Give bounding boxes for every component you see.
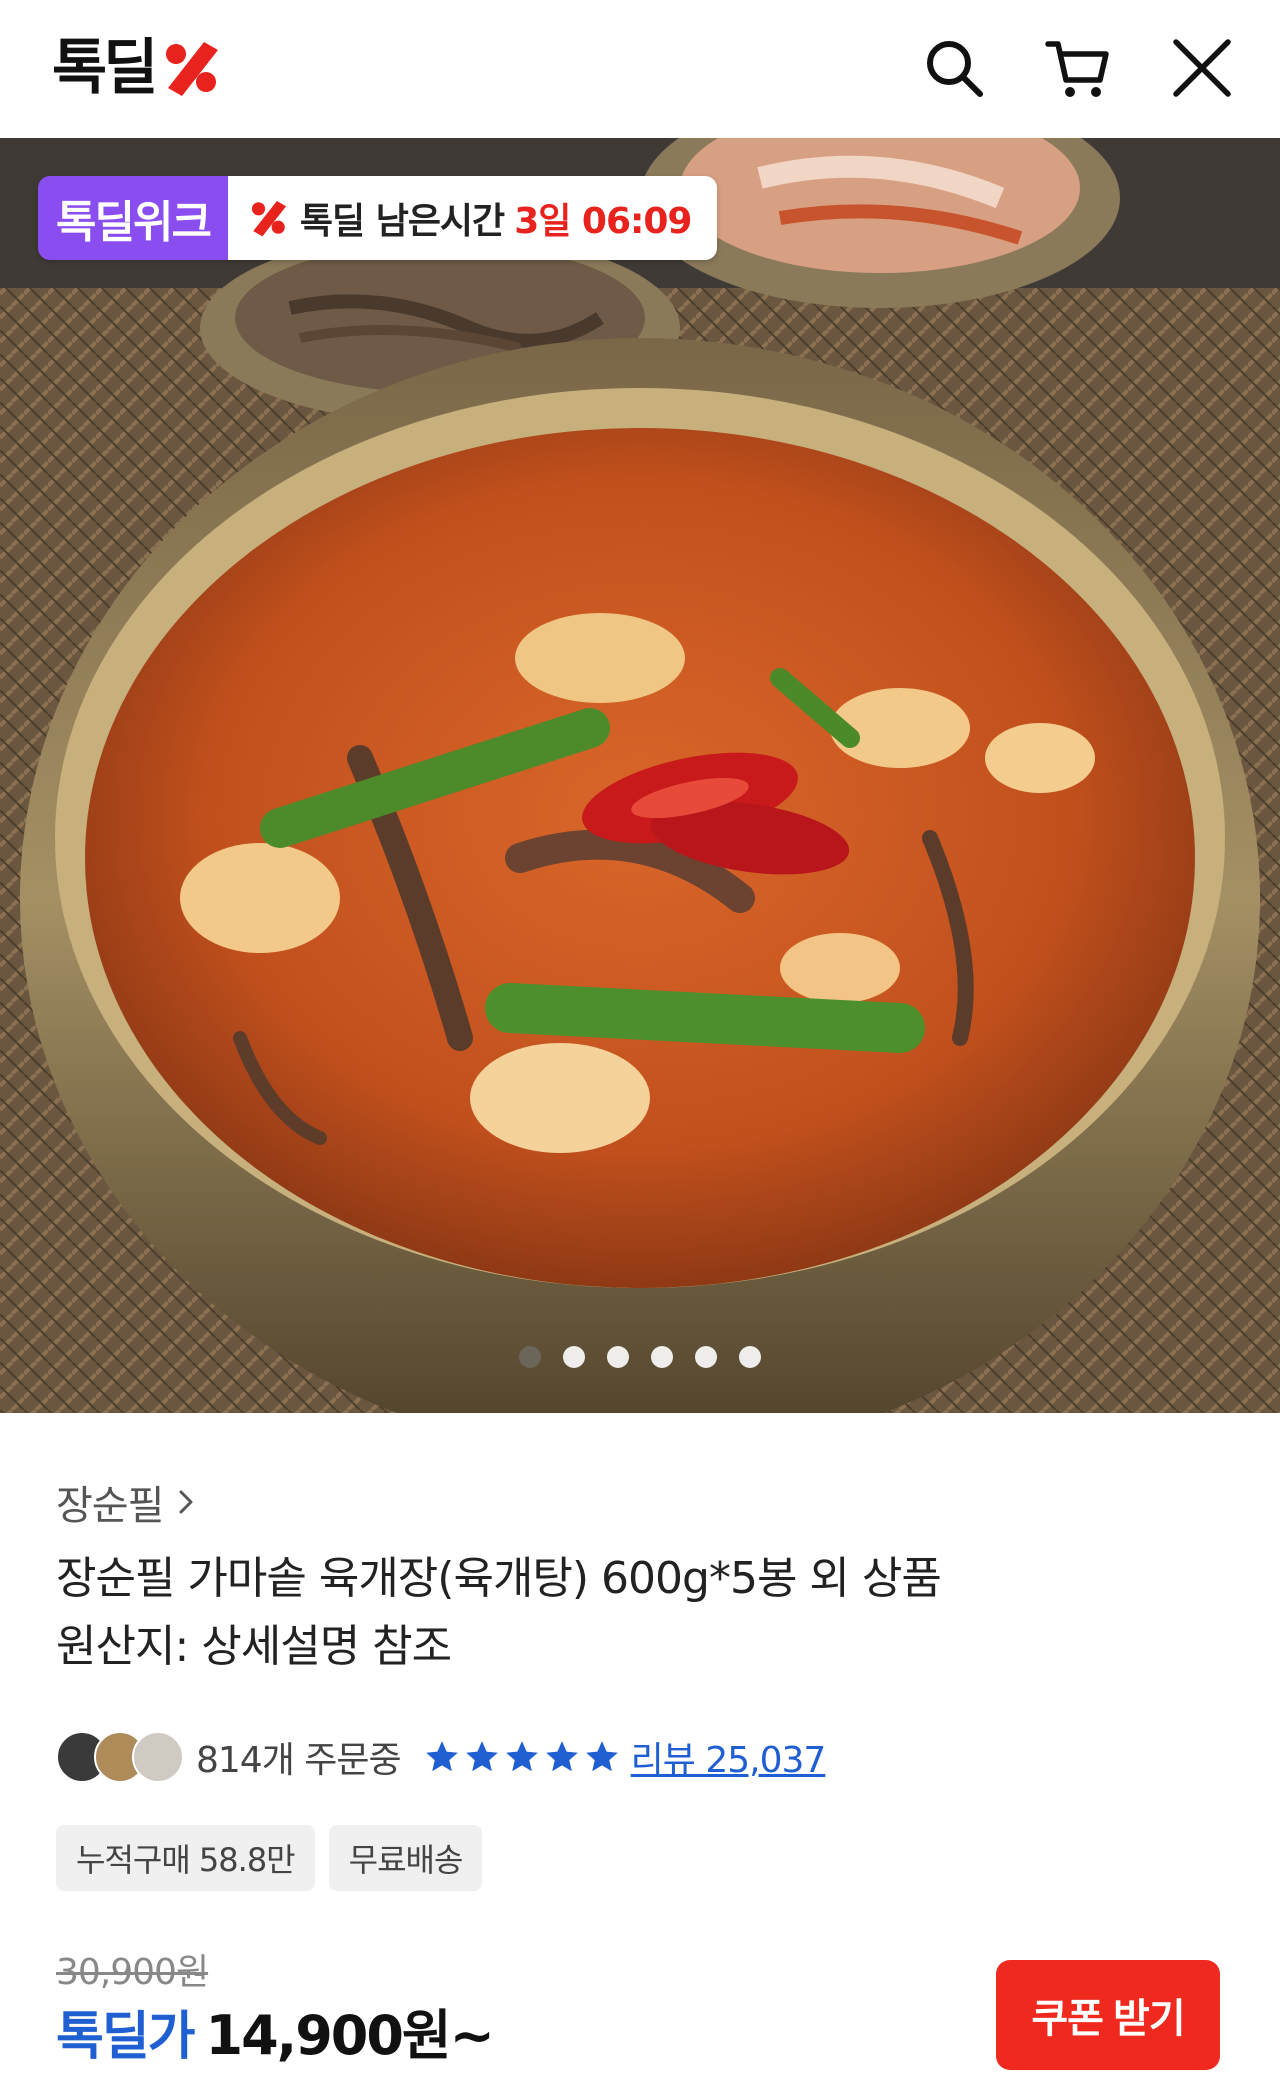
star-icon xyxy=(425,1741,458,1772)
brand-name: 장순필 xyxy=(56,1483,164,1529)
social-proof-row: 814개 주문중 리뷰 25,037 xyxy=(56,1731,827,1783)
deal-price: 14,900원~ xyxy=(205,2004,495,2067)
carousel-dot[interactable] xyxy=(695,1346,717,1368)
top-header: 톡딜 xyxy=(0,0,1280,138)
badge-timer: 톡딜 남은시간 3일 06:09 xyxy=(227,176,718,260)
cumulative-purchase-chip: 누적구매 58.8만 xyxy=(56,1825,315,1891)
carousel-pagination xyxy=(0,1346,1280,1368)
badge-timer-label: 톡딜 남은시간 xyxy=(299,201,505,242)
soup-photo xyxy=(0,138,1280,1413)
percent-logo-icon xyxy=(166,42,219,96)
product-title-line: 장순필 가마솥 육개장(육개탕) 600g*5봉 외 상품 xyxy=(56,1553,942,1604)
free-shipping-chip: 무료배송 xyxy=(328,1825,483,1891)
logo-text: 톡딜 xyxy=(52,33,158,103)
cart-icon[interactable] xyxy=(1042,32,1114,104)
deal-price-row: 톡딜가 14,900원~ xyxy=(56,1991,495,2070)
product-origin-line: 원산지: 상세설명 참조 xyxy=(56,1621,452,1672)
buyer-avatars xyxy=(56,1731,184,1783)
carousel-dot[interactable] xyxy=(651,1346,673,1368)
tokdeal-logo[interactable]: 톡딜 xyxy=(52,36,224,100)
carousel-dot[interactable] xyxy=(739,1346,761,1368)
avatar xyxy=(132,1731,184,1783)
original-price: 30,900원 xyxy=(56,1952,209,1993)
rating-stars xyxy=(423,1738,621,1776)
close-icon[interactable] xyxy=(1166,32,1238,104)
search-icon[interactable] xyxy=(918,32,990,104)
chevron-right-icon xyxy=(179,1490,193,1514)
carousel-dot[interactable] xyxy=(519,1346,541,1368)
order-count: 814개 주문중 xyxy=(196,1740,402,1781)
deal-price-label: 톡딜가 xyxy=(56,2007,196,2067)
star-icon xyxy=(465,1741,498,1772)
brand-link[interactable]: 장순필 xyxy=(56,1473,201,1531)
badge-event-label: 톡딜위크 xyxy=(38,176,228,260)
product-chips: 누적구매 58.8만 무료배송 xyxy=(56,1825,483,1891)
product-title: 장순필 가마솥 육개장(육개탕) 600g*5봉 외 상품 원산지: 상세설명 … xyxy=(56,1545,1226,1681)
carousel-dot[interactable] xyxy=(563,1346,585,1368)
badge-timer-value: 3일 06:09 xyxy=(514,201,692,242)
product-image-carousel[interactable]: 톡딜위크 톡딜 남은시간 3일 06:09 xyxy=(0,138,1280,1413)
star-icon xyxy=(585,1741,618,1772)
tokdeal-week-badge: 톡딜위크 톡딜 남은시간 3일 06:09 xyxy=(38,176,718,260)
star-icon xyxy=(545,1741,578,1772)
carousel-dot[interactable] xyxy=(607,1346,629,1368)
star-icon xyxy=(505,1741,538,1772)
percent-icon xyxy=(251,200,286,237)
get-coupon-button[interactable]: 쿠폰 받기 xyxy=(996,1960,1220,2070)
review-link[interactable]: 리뷰 25,037 xyxy=(631,1731,827,1783)
